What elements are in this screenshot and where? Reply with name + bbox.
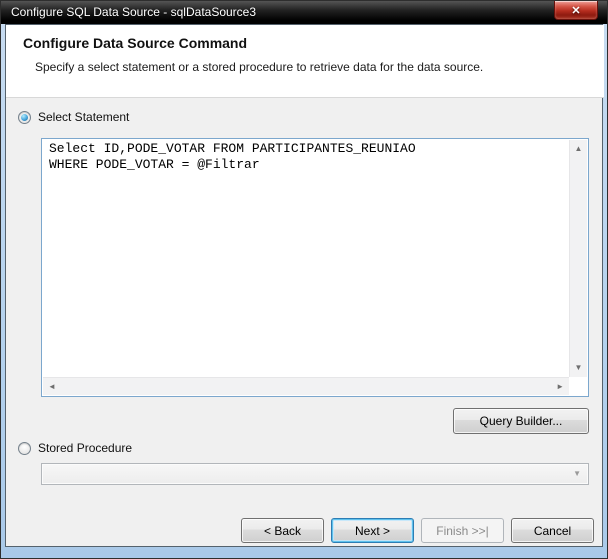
query-builder-button[interactable]: Query Builder... bbox=[453, 408, 589, 434]
sql-statement-textarea[interactable]: Select ID,PODE_VOTAR FROM PARTICIPANTES_… bbox=[41, 138, 589, 397]
cancel-button[interactable]: Cancel bbox=[511, 518, 594, 543]
dropdown-arrow-icon: ▼ bbox=[573, 469, 581, 478]
scroll-up-icon[interactable]: ▲ bbox=[575, 145, 583, 153]
back-button[interactable]: < Back bbox=[241, 518, 324, 543]
select-statement-radio[interactable] bbox=[18, 111, 31, 124]
scroll-down-icon[interactable]: ▼ bbox=[575, 364, 583, 372]
sql-statement-text[interactable]: Select ID,PODE_VOTAR FROM PARTICIPANTES_… bbox=[42, 139, 568, 376]
scroll-right-icon[interactable]: ► bbox=[556, 382, 564, 391]
dialog-window: Configure SQL Data Source - sqlDataSourc… bbox=[0, 0, 608, 559]
window-title: Configure SQL Data Source - sqlDataSourc… bbox=[11, 5, 257, 19]
select-statement-label[interactable]: Select Statement bbox=[38, 110, 129, 124]
close-icon: ✕ bbox=[571, 5, 581, 17]
scroll-left-icon[interactable]: ◄ bbox=[48, 382, 56, 391]
page-subtitle: Specify a select statement or a stored p… bbox=[35, 60, 484, 74]
next-button[interactable]: Next > bbox=[331, 518, 414, 543]
stored-procedure-combobox: ▼ bbox=[41, 463, 589, 485]
vertical-scrollbar[interactable]: ▲ ▼ bbox=[569, 140, 587, 377]
page-title: Configure Data Source Command bbox=[23, 35, 248, 51]
horizontal-scrollbar[interactable]: ◄ ► bbox=[43, 377, 569, 395]
title-bar[interactable]: Configure SQL Data Source - sqlDataSourc… bbox=[1, 1, 607, 24]
close-button[interactable]: ✕ bbox=[554, 1, 598, 20]
finish-button: Finish >>| bbox=[421, 518, 504, 543]
stored-procedure-radio[interactable] bbox=[18, 442, 31, 455]
stored-procedure-label[interactable]: Stored Procedure bbox=[38, 441, 132, 455]
